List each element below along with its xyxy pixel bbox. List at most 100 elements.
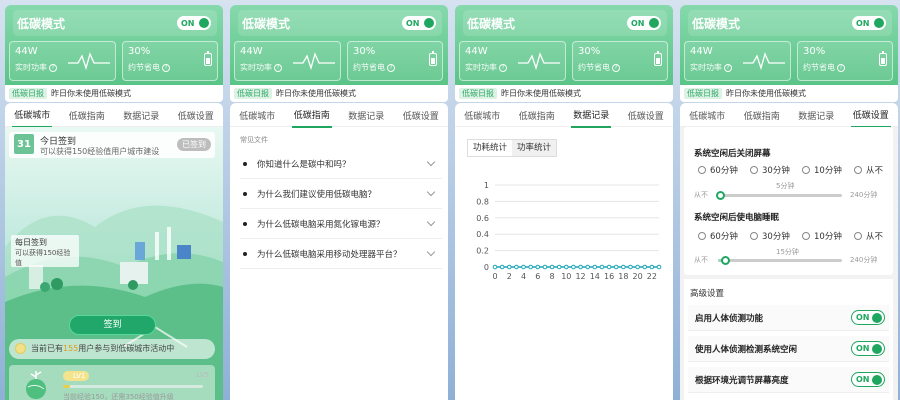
faq-item[interactable]: 为什么低碳电脑采用移动处理器平台？ [240,239,442,269]
data-point[interactable] [606,264,612,270]
data-point[interactable] [621,264,626,270]
y-tick-label: 1 [484,181,489,190]
mode-title: 低碳模式 [692,16,741,31]
tab-data[interactable]: 数据记录 [571,103,612,128]
data-point[interactable] [521,264,526,270]
data-point[interactable] [649,264,655,270]
tab-data[interactable]: 数据记录 [121,103,161,127]
level-progress-fill [63,385,70,388]
power-card: 44W 实时功率? [9,41,116,81]
bullet-icon [243,161,247,166]
tab-data[interactable]: 数据记录 [346,103,386,127]
tab-guide[interactable]: 低碳指南 [291,103,332,128]
radio-option[interactable]: 10分钟 [802,164,854,176]
daily-sign-subtitle: 可以获得150经验值 [15,249,71,267]
tab-city[interactable]: 低碳城市 [237,103,277,127]
advanced-row: 启用人体侦测功能 ON [688,305,889,331]
tab-city[interactable]: 低碳城市 [687,103,727,127]
panel-city: 低碳模式 ON 44W 实时功率? 30% 约节省电? 低碳日报 昨日你未使用低… [5,0,223,400]
data-point[interactable] [556,264,562,270]
slider-handle[interactable] [716,191,726,200]
help-icon[interactable]: ? [274,63,282,72]
faq-item[interactable]: 你知道什么是碳中和吗？ [240,149,442,179]
data-point[interactable] [571,264,576,270]
tab-bar: 低碳城市 低碳指南 数据记录 低碳设置 [230,103,448,128]
radio-option[interactable]: 从不 [854,164,898,176]
data-point[interactable] [514,264,519,270]
data-point[interactable] [635,264,640,270]
help-icon[interactable]: ? [612,63,620,72]
data-point[interactable] [499,264,505,270]
advanced-toggle[interactable]: ON [851,310,885,325]
tab-settings[interactable]: 低碳设置 [626,103,666,127]
tab-guide[interactable]: 低碳指南 [517,103,557,127]
faq-question: 为什么我们建议使用低碳电脑？ [257,189,377,200]
advanced-row: 使用人体侦测检测系统空闲 ON [688,336,889,362]
data-point[interactable] [578,264,583,270]
data-point[interactable] [585,264,590,270]
y-tick-label: 0.2 [476,247,489,256]
help-icon[interactable]: ? [724,63,732,72]
x-tick-label: 22 [647,272,657,281]
radio-option[interactable]: 10分钟 [802,230,854,242]
data-point[interactable] [642,264,648,270]
tab-city[interactable]: 低碳城市 [462,103,502,127]
data-point[interactable] [492,264,498,270]
data-point[interactable] [535,264,541,270]
data-point[interactable] [542,264,548,270]
radio-option[interactable]: 60分钟 [698,230,750,242]
participants-banner: 当前已有155用户参与到低碳城市活动中 [9,339,215,359]
data-point[interactable] [628,264,633,270]
data-point[interactable] [656,264,662,270]
advanced-toggle[interactable]: ON [851,341,885,356]
advanced-label: 启用人体侦测功能 [695,313,764,324]
help-icon[interactable]: ? [837,63,845,72]
toggle-label: ON [856,344,870,353]
advanced-toggle[interactable]: ON [851,372,885,387]
radio-label: 10分钟 [814,232,842,242]
sign-in-subtitle: 可以获得150经验值用户城市建设 [40,147,160,156]
slider-handle[interactable] [721,256,731,265]
sleep-slider[interactable] [718,256,842,265]
pulse-wave-icon [68,52,110,71]
data-point[interactable] [599,264,605,270]
data-point[interactable] [564,264,569,270]
help-icon[interactable]: ? [162,63,170,72]
saving-label: 约节省电 [803,63,835,72]
mode-toggle[interactable]: ON [852,16,886,30]
data-point[interactable] [506,264,512,270]
tab-city[interactable]: 低碳城市 [12,103,53,128]
data-point[interactable] [613,264,619,270]
radio-option[interactable]: 30分钟 [750,164,802,176]
saving-label: 约节省电 [128,63,160,72]
subtab-power[interactable]: 功率统计 [512,140,557,156]
subtab-consumption[interactable]: 功耗统计 [468,140,512,156]
faq-item[interactable]: 为什么我们建议使用低碳电脑？ [240,179,442,209]
mode-toggle[interactable]: ON [177,16,211,30]
radio-option[interactable]: 30分钟 [750,230,802,242]
level-text: 当前经验150，还需350经验值升级 [63,393,174,400]
screen-off-slider-value: 5分钟 [776,182,795,190]
radio-option[interactable]: 从不 [854,230,898,242]
tab-settings[interactable]: 低碳设置 [176,103,216,127]
pulse-wave-icon [518,52,560,71]
battery-icon [429,51,437,66]
help-icon[interactable]: ? [387,63,395,72]
tab-guide[interactable]: 低碳指南 [67,103,107,127]
tab-settings[interactable]: 低碳设置 [401,103,441,127]
tab-data[interactable]: 数据记录 [796,103,836,127]
screen-off-slider[interactable] [716,191,842,200]
saving-value: 30% [353,46,376,57]
help-icon[interactable]: ? [49,63,57,72]
help-icon[interactable]: ? [499,63,507,72]
mode-toggle[interactable]: ON [627,16,661,30]
sign-in-button[interactable]: 签到 [69,315,156,335]
tab-settings[interactable]: 低碳设置 [850,103,891,128]
data-point[interactable] [549,264,555,270]
mode-toggle[interactable]: ON [402,16,436,30]
radio-option[interactable]: 60分钟 [698,164,750,176]
tab-guide[interactable]: 低碳指南 [742,103,782,127]
faq-item[interactable]: 为什么低碳电脑采用氮化镓电源？ [240,209,442,239]
data-point[interactable] [528,264,533,270]
data-point[interactable] [592,264,598,270]
